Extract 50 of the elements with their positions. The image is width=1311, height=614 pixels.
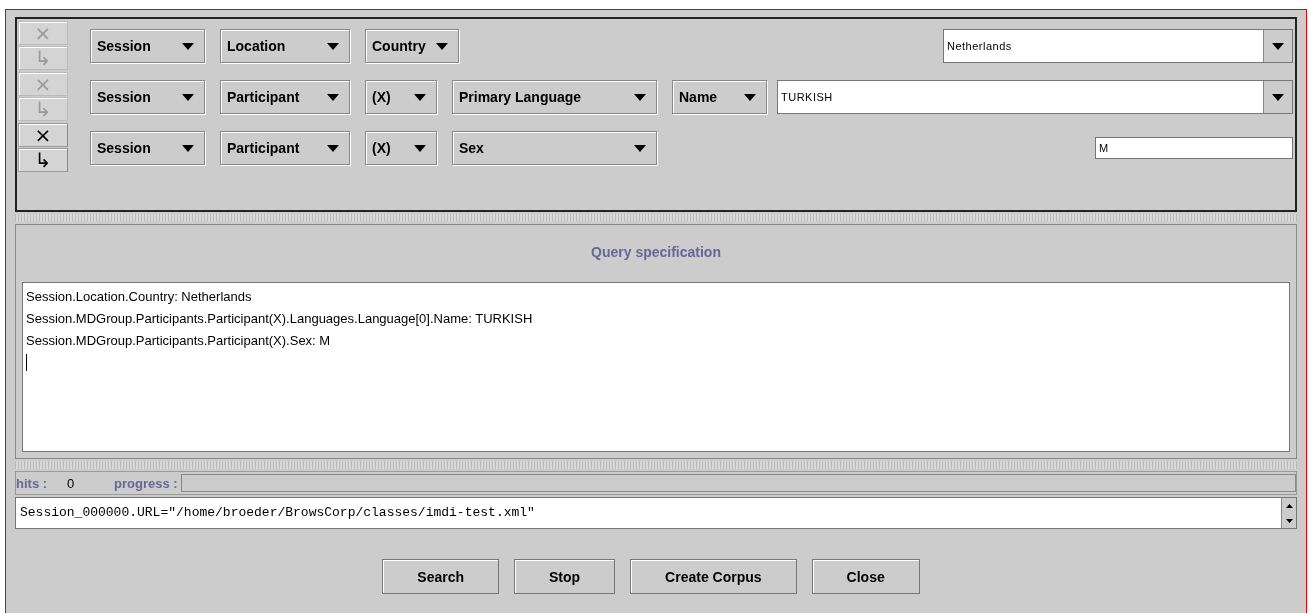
caret-icon: [1272, 93, 1284, 101]
dropdown[interactable]: Primary Language: [452, 80, 657, 114]
dropdown[interactable]: (X): [365, 80, 437, 114]
dropdown[interactable]: Country: [365, 29, 459, 63]
dialog-button[interactable]: Stop: [514, 559, 616, 594]
query-line: Session.Location.Country: Netherlands: [26, 288, 253, 306]
caret-icon: [634, 93, 646, 101]
dropdown[interactable]: Session: [90, 29, 205, 63]
query-line: Session.MDGroup.Participants.Participant(X).Sex: M: [26, 332, 332, 350]
up-arrow-icon: [1285, 503, 1293, 508]
hits-count: 0: [66, 475, 76, 491]
value-combo[interactable]: Netherlands: [943, 29, 1293, 63]
caret-icon: [414, 144, 426, 152]
caret-icon: [1272, 42, 1284, 50]
value-field[interactable]: M: [1095, 137, 1293, 159]
query-text-area[interactable]: Session.Location.Country: Netherlands Session.MDGroup.Participants.Participant(X).Languages.Language[0].Name: TURKISH Session.MDGroup.Participants.Participant(X).Sex: M: [22, 282, 1290, 452]
dropdown[interactable]: Sex: [452, 131, 657, 165]
dialog-button[interactable]: Close: [811, 559, 920, 594]
splitter-bar[interactable]: [15, 461, 1297, 469]
value-combo[interactable]: TURKISH: [777, 80, 1293, 114]
hits-label: hits :: [16, 475, 48, 491]
spinner-control[interactable]: [1281, 498, 1296, 528]
caret-icon: [634, 144, 646, 152]
caret-icon: [435, 42, 448, 50]
caret-icon: [327, 42, 339, 50]
query-line: Session.MDGroup.Participants.Participant(X).Languages.Language[0].Name: TURKISH: [26, 310, 534, 328]
dialog-button[interactable]: Search: [382, 559, 499, 594]
panel-title: Query specification: [590, 243, 722, 262]
caret-icon: [327, 93, 339, 101]
dropdown[interactable]: Session: [90, 131, 205, 165]
caret-icon: [182, 42, 194, 50]
dropdown[interactable]: (X): [365, 131, 437, 165]
caret-icon: [414, 93, 426, 101]
dropdown[interactable]: Name: [672, 80, 767, 114]
caret-icon: [182, 93, 194, 101]
splitter-bar[interactable]: [15, 214, 1297, 222]
progress-label: progress :: [114, 475, 178, 491]
dropdown[interactable]: Session: [90, 80, 205, 114]
dropdown[interactable]: Participant: [220, 131, 350, 165]
text-caret: [26, 354, 27, 371]
dialog-button[interactable]: Create Corpus: [630, 559, 797, 594]
add-button[interactable]: ↳: [18, 148, 68, 172]
remove-button[interactable]: ×: [18, 123, 68, 147]
result-text: Session_000000.URL="/home/broeder/BrowsCorp/classes/imdi-test.xml": [19, 504, 536, 522]
dropdown[interactable]: Participant: [220, 80, 350, 114]
caret-icon: [327, 144, 339, 152]
caret-icon: [744, 93, 756, 101]
caret-icon: [182, 144, 194, 152]
down-arrow-icon: [1285, 518, 1293, 523]
dropdown[interactable]: Location: [220, 29, 350, 63]
